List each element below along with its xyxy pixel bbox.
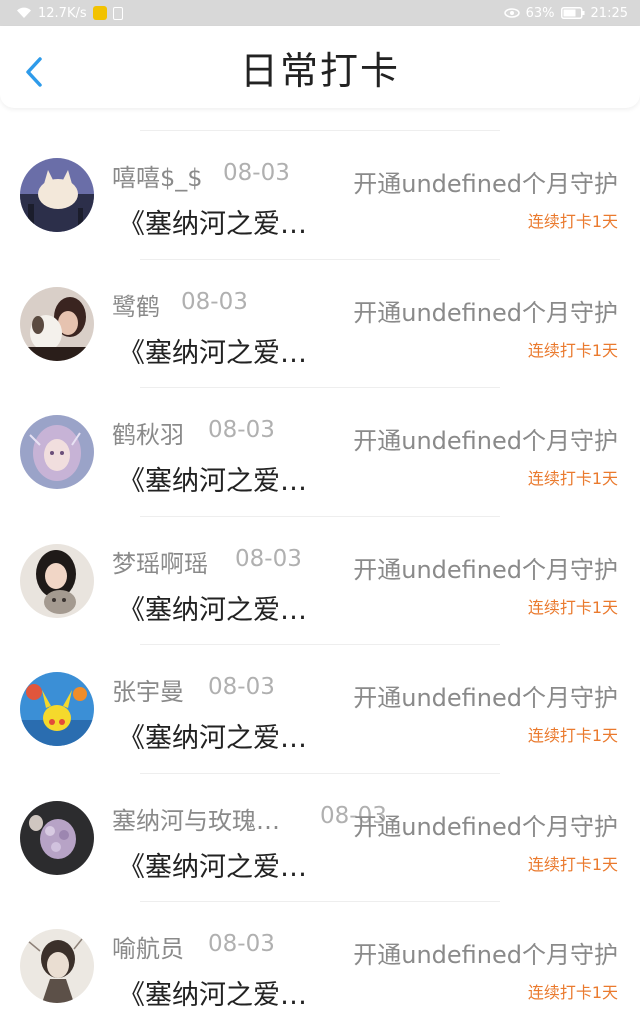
user-name[interactable]: 梦瑶啊瑶: [112, 544, 208, 579]
streak-label: 连续打卡1天: [527, 597, 618, 617]
list-item[interactable]: 梦瑶啊瑶 08-03 《塞纳河之爱… 开通undefined个月守护 连续打卡1…: [0, 515, 640, 645]
checkin-content[interactable]: 《塞纳河之爱…: [118, 845, 307, 884]
app-notification-icon: [92, 6, 107, 20]
divider: [140, 772, 500, 774]
app-header: 日常打卡: [0, 26, 640, 108]
eye-comfort-icon: [503, 8, 520, 18]
streak-label: 连续打卡1天: [527, 340, 618, 360]
user-name[interactable]: 嘻嘻$_$: [112, 158, 203, 193]
network-speed: 12.7K/s: [38, 5, 87, 21]
clock: 21:25: [590, 5, 628, 21]
checkin-date: 08-03: [208, 417, 275, 443]
checkin-date: 08-03: [223, 160, 290, 186]
checkin-date: 08-03: [208, 931, 275, 957]
list-item[interactable]: 张宇曼 08-03 《塞纳河之爱… 开通undefined个月守护 连续打卡1天: [0, 644, 640, 773]
checkin-content[interactable]: 《塞纳河之爱…: [118, 973, 307, 1012]
avatar[interactable]: [20, 672, 94, 746]
streak-label: 连续打卡1天: [527, 469, 618, 488]
avatar[interactable]: [20, 543, 94, 618]
wifi-icon: [16, 7, 32, 19]
divider: [140, 644, 500, 645]
list-item[interactable]: 喻航员 08-03 《塞纳河之爱… 开通undefined个月守护 连续打卡1天: [0, 901, 640, 1024]
divider: [140, 387, 500, 388]
checkin-content[interactable]: 《塞纳河之爱…: [118, 202, 307, 241]
streak-label: 连续打卡1天: [527, 983, 618, 1002]
checkin-date: 08-03: [208, 674, 275, 700]
divider: [140, 901, 500, 902]
avatar[interactable]: [20, 158, 94, 232]
page-title: 日常打卡: [239, 48, 400, 93]
guard-label: 开通undefined个月守护: [353, 555, 618, 584]
divider: [140, 515, 500, 517]
list-item[interactable]: 塞纳河与玫瑰… 08-03 《塞纳河之爱… 开通undefined个月守护 连续…: [0, 772, 640, 902]
checkin-date: 08-03: [181, 288, 248, 315]
sim-icon: [112, 6, 123, 20]
chevron-left-icon: [26, 57, 42, 87]
user-name[interactable]: 塞纳河与玫瑰…: [112, 801, 280, 836]
user-name[interactable]: 喻航员: [112, 929, 184, 964]
divider: [140, 258, 500, 260]
guard-label: 开通undefined个月守护: [353, 170, 618, 198]
battery-icon: [560, 7, 585, 19]
checkin-content[interactable]: 《塞纳河之爱…: [118, 588, 307, 627]
avatar[interactable]: [20, 415, 94, 489]
user-name[interactable]: 鹭鹤: [112, 287, 160, 322]
checkin-list: 嘻嘻$_$ 08-03 《塞纳河之爱… 开通undefined个月守护 连续打卡…: [0, 130, 640, 1024]
battery-percent: 63%: [525, 5, 555, 21]
streak-label: 连续打卡1天: [527, 212, 618, 231]
back-button[interactable]: [22, 54, 50, 90]
user-name[interactable]: 鹤秋羽: [112, 415, 184, 450]
guard-label: 开通undefined个月守护: [353, 298, 618, 327]
avatar[interactable]: [20, 800, 94, 875]
list-item[interactable]: 鹭鹤 08-03 《塞纳河之爱… 开通undefined个月守护 连续打卡1天: [0, 258, 640, 388]
guard-label: 开通undefined个月守护: [353, 684, 618, 712]
status-bar: 12.7K/s 63% 21:25: [0, 0, 640, 26]
list-item[interactable]: 嘻嘻$_$ 08-03 《塞纳河之爱… 开通undefined个月守护 连续打卡…: [0, 130, 640, 259]
streak-label: 连续打卡1天: [527, 726, 618, 745]
checkin-date: 08-03: [235, 545, 302, 572]
user-name[interactable]: 张宇曼: [112, 672, 184, 707]
checkin-content[interactable]: 《塞纳河之爱…: [118, 331, 307, 370]
checkin-content[interactable]: 《塞纳河之爱…: [118, 716, 307, 755]
streak-label: 连续打卡1天: [527, 854, 618, 874]
checkin-content[interactable]: 《塞纳河之爱…: [118, 459, 307, 498]
guard-label: 开通undefined个月守护: [353, 941, 618, 969]
guard-label: 开通undefined个月守护: [353, 812, 618, 841]
avatar[interactable]: [20, 929, 94, 1003]
guard-label: 开通undefined个月守护: [353, 427, 618, 455]
avatar[interactable]: [20, 286, 94, 361]
divider: [140, 130, 500, 131]
list-item[interactable]: 鹤秋羽 08-03 《塞纳河之爱… 开通undefined个月守护 连续打卡1天: [0, 387, 640, 516]
